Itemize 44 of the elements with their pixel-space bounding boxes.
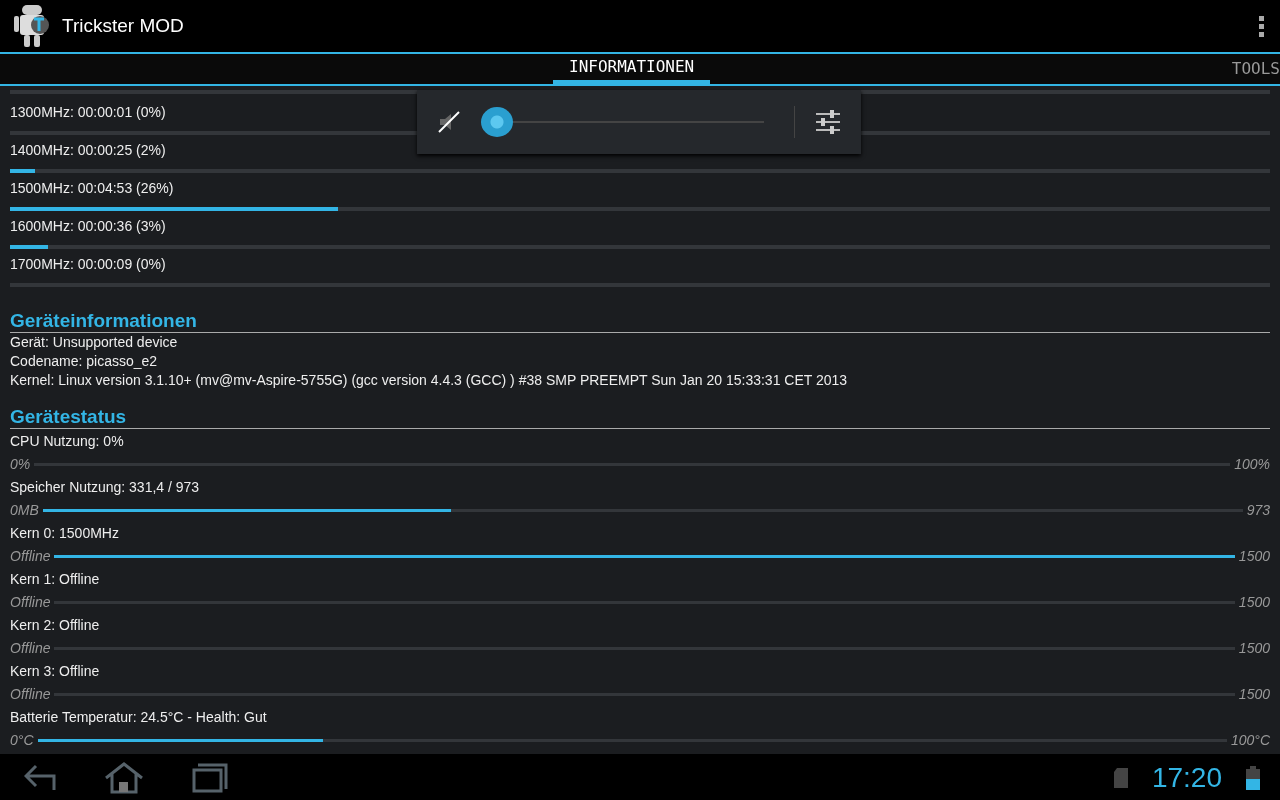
meter-max-label: 973: [1246, 500, 1270, 520]
frequency-label: 1600MHz: 00:00:36 (3%): [10, 217, 166, 235]
info-text: Codename: picasso_e2: [10, 352, 159, 371]
tab[interactable]: TOOLS: [1231, 54, 1280, 84]
meter-max-label: 1500: [1238, 684, 1270, 704]
app-title: Trickster MOD: [62, 13, 184, 38]
meter-label: Batterie Temperatur: 24.5°C - Health: Gut: [10, 708, 267, 727]
frequency-label: 1300MHz: 00:00:01 (0%): [10, 103, 166, 121]
meter-min-label: Offline: [10, 638, 51, 658]
recent-apps-button[interactable]: [192, 763, 228, 793]
meter-min-label: 0%: [10, 454, 31, 474]
info-text: Kernel: Linux version 3.1.10+ (mv@mv-Aspire-5755G) (gcc version 4.4.3 (GCC) ) #38 SMP PREEMPT Sun Jan 20 15:33:31 CET 2013: [10, 371, 849, 390]
meter-max-label: 100°C: [1230, 730, 1270, 750]
meter-label: Speicher Nutzung: 331,4 / 973: [10, 478, 200, 497]
frequency-label: 1400MHz: 00:00:25 (2%): [10, 141, 166, 159]
slider-thumb[interactable]: [481, 107, 513, 137]
frequency-label: 1700MHz: 00:00:09 (0%): [10, 255, 166, 273]
meter-max-label: 1500: [1238, 592, 1270, 612]
tab[interactable]: INFORMATIONEN: [553, 54, 711, 84]
meter-max-label: 1500: [1238, 546, 1270, 566]
sd-card-icon: [1113, 768, 1128, 788]
meter-label: Kern 0: 1500MHz: [10, 524, 119, 543]
meter-max-label: 1500: [1238, 638, 1270, 658]
meter-label: Kern 1: Offline: [10, 570, 100, 589]
section-heading: Gerätestatus: [10, 406, 1270, 429]
home-button[interactable]: [104, 762, 144, 794]
back-button[interactable]: [24, 764, 56, 792]
meter-label: CPU Nutzung: 0%: [10, 432, 124, 451]
overflow-menu-button[interactable]: [1258, 14, 1266, 38]
meter-min-label: 0MB: [10, 500, 39, 520]
meter-min-label: Offline: [10, 546, 51, 566]
settings-button[interactable]: [815, 109, 841, 135]
battery-icon: [1246, 766, 1260, 790]
info-text: Gerät: Unsupported device: [10, 333, 179, 352]
meter-min-label: Offline: [10, 592, 51, 612]
clock-time: 17:20: [1151, 761, 1222, 795]
frequency-label: 1500MHz: 00:04:53 (26%): [10, 179, 174, 197]
meter-min-label: 0°C: [10, 730, 34, 750]
meter-label: Kern 2: Offline: [10, 616, 100, 635]
meter-max-label: 100%: [1234, 454, 1270, 474]
mute-button[interactable]: [437, 109, 461, 135]
meter-min-label: Offline: [10, 684, 51, 704]
meter-label: Kern 3: Offline: [10, 662, 100, 681]
section-heading: Geräteinformationen: [10, 310, 1270, 333]
